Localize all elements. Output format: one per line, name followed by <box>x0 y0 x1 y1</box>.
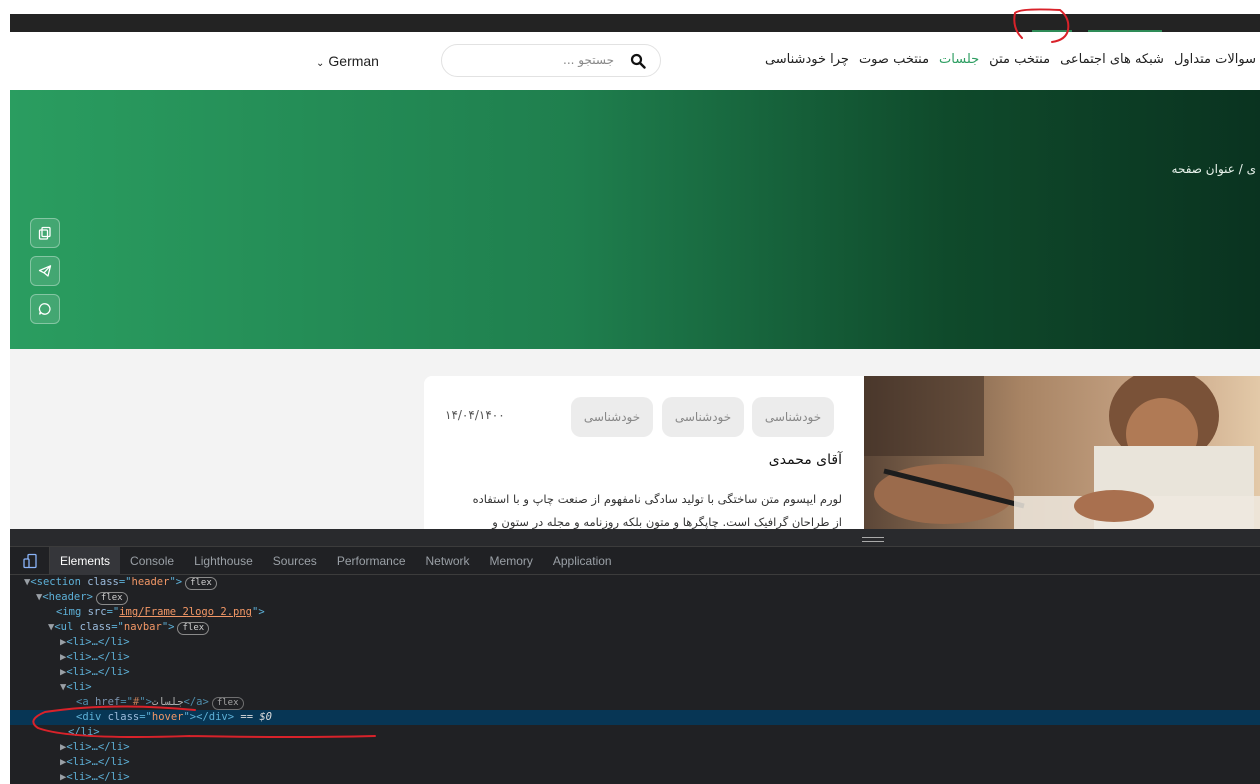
dom-node-li[interactable]: ▶<li>…</li> <box>10 665 1260 680</box>
dom-node-li[interactable]: ▶<li>…</li> <box>10 650 1260 665</box>
nav-item-selected-text[interactable]: منتخب متن <box>989 52 1050 67</box>
dom-node-div-hover-selected[interactable]: <div class="hover"></div> == $0 <box>10 710 1260 725</box>
nav-item-social-networks[interactable]: شبکه های اجتماعی <box>1060 52 1164 67</box>
tab-application[interactable]: Application <box>543 547 622 575</box>
tag-chip[interactable]: خودشناسی <box>662 397 744 437</box>
photo-illustration <box>864 376 1260 529</box>
nav-item-why-self-knowledge[interactable]: چرا خودشناسی <box>765 52 849 67</box>
search-placeholder: جستجو ... <box>563 53 614 67</box>
tag-chip[interactable]: خودشناسی <box>752 397 834 437</box>
devtools-tabbar: Elements Console Lighthouse Sources Perf… <box>10 546 1260 575</box>
session-description: لورم ایپسوم متن ساختگی با تولید سادگی نا… <box>442 488 842 534</box>
dom-node-li[interactable]: ▶<li>…</li> <box>10 755 1260 770</box>
dom-node-li[interactable]: ▶<li>…</li> <box>10 770 1260 784</box>
speaker-name: آقای محمدی <box>768 452 842 468</box>
telegram-button[interactable] <box>30 256 60 286</box>
telegram-icon <box>38 265 52 277</box>
tab-console[interactable]: Console <box>120 547 184 575</box>
hero-banner <box>10 90 1260 349</box>
dom-node-li-close[interactable]: </li> <box>10 725 1260 740</box>
dom-node-img[interactable]: <img src="img/Frame 2logo 2.png"> <box>10 605 1260 620</box>
dom-node-header[interactable]: ▼<header> flex <box>10 590 1260 605</box>
drag-grip-icon <box>862 537 884 542</box>
flex-badge[interactable]: flex <box>211 697 244 710</box>
device-toggle-icon <box>22 553 37 568</box>
dom-node-li-expanded[interactable]: ▼<li> <box>10 680 1260 695</box>
nav-item-faq[interactable]: سوالات متداول <box>1174 52 1256 67</box>
dom-node-section[interactable]: ▼<section class="header"> flex <box>10 575 1260 590</box>
tab-network[interactable]: Network <box>416 547 480 575</box>
session-date: ۱۴/۰۴/۱۴۰۰ <box>445 408 505 422</box>
top-dark-bar <box>10 14 1260 32</box>
tag-chip[interactable]: خودشناسی <box>571 397 653 437</box>
tab-sources[interactable]: Sources <box>263 547 327 575</box>
breadcrumb: ی / عنوان صفحه <box>1171 162 1256 176</box>
flex-badge[interactable]: flex <box>95 592 128 605</box>
device-toolbar-button[interactable] <box>10 546 50 575</box>
tab-elements[interactable]: Elements <box>50 546 121 575</box>
dom-node-li[interactable]: ▶<li>…</li> <box>10 740 1260 755</box>
chat-bubble-icon <box>38 303 51 315</box>
dom-node-ul[interactable]: ▼<ul class="navbar"> flex <box>10 620 1260 635</box>
devtools-resize-handle[interactable] <box>10 529 1260 547</box>
copy-button[interactable] <box>30 218 60 248</box>
dom-tree: ▼<section class="header"> flex ▼<header> f… <box>10 575 1260 784</box>
nav-item-selected-audio[interactable]: منتخب صوت <box>859 52 929 67</box>
tab-memory[interactable]: Memory <box>480 547 543 575</box>
whatsapp-button[interactable] <box>30 294 60 324</box>
copy-icon <box>38 226 51 240</box>
description-line: لورم ایپسوم متن ساختگی با تولید سادگی نا… <box>472 492 842 506</box>
tab-performance[interactable]: Performance <box>327 547 416 575</box>
language-select[interactable]: ⌄ German <box>316 53 379 69</box>
main-navbar: چرا خودشناسی منتخب صوت جلسات منتخب متن ش… <box>755 52 1256 67</box>
tab-lighthouse[interactable]: Lighthouse <box>184 547 263 575</box>
dom-node-li[interactable]: ▶<li>…</li> <box>10 635 1260 650</box>
screenshot-frame: ⌄ German جستجو ... چرا خودشناسی منتخب صوت… <box>0 0 1260 784</box>
session-photo <box>864 376 1260 529</box>
chevron-down-icon: ⌄ <box>316 58 325 69</box>
search-icon[interactable] <box>630 53 646 69</box>
dom-node-a[interactable]: <a href="#">جلسات</a> flex <box>10 695 1260 710</box>
flex-badge[interactable]: flex <box>177 622 210 635</box>
flex-badge[interactable]: flex <box>185 577 217 590</box>
language-label: German <box>328 53 379 69</box>
search-box[interactable]: جستجو ... <box>441 44 661 77</box>
nav-item-sessions[interactable]: جلسات <box>939 52 979 67</box>
